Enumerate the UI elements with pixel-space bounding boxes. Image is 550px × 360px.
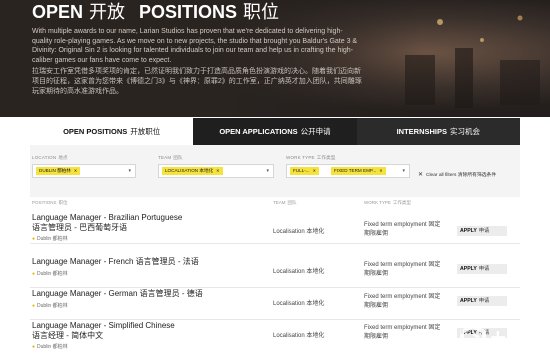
position-team: Localisation 本地化 bbox=[273, 229, 325, 235]
chip-remove-icon[interactable]: ✕ bbox=[74, 168, 77, 173]
tab-label: INTERNSHIPS bbox=[396, 127, 448, 136]
location-pin-icon: ● bbox=[32, 303, 36, 309]
position-team: Localisation 本地化 bbox=[273, 269, 325, 275]
chevron-down-icon[interactable]: ▾ bbox=[128, 168, 131, 174]
team-filter: TEAM 团队 LOCALISATION 本地化 ✕ ▾ bbox=[158, 155, 274, 178]
work-type-filter-label: WORK TYPE 工作类型 bbox=[286, 155, 336, 160]
team-select[interactable]: LOCALISATION 本地化 ✕ ▾ bbox=[158, 164, 274, 178]
page-title: OPEN 开放 POSITIONS 职位 bbox=[32, 1, 279, 23]
position-work-type: Fixed term employment 固定 期限雇佣 bbox=[364, 262, 441, 277]
location-pin-icon: ● bbox=[32, 271, 36, 277]
team-chip[interactable]: LOCALISATION 本地化 ✕ bbox=[162, 167, 223, 175]
title-open: OPEN bbox=[32, 2, 84, 22]
work-type-chip-full[interactable]: FULL-... ✕ bbox=[290, 167, 319, 175]
position-title-cn: 语言管理员 - 巴西葡萄牙语 bbox=[32, 223, 128, 232]
chevron-down-icon[interactable]: ▾ bbox=[266, 168, 269, 174]
table-header: POSITIONS 职位 TEAM 团队 WORK TYPE 工作类型 bbox=[30, 199, 520, 208]
header-team: TEAM 团队 bbox=[273, 200, 297, 205]
position-work-type: Fixed term employment 固定 期限雇佣 bbox=[364, 222, 441, 237]
clear-all-label: Clear all filters bbox=[426, 173, 457, 178]
position-title-cn: 语言经理 - 简体中文 bbox=[32, 331, 104, 340]
position-title[interactable]: Language Manager - Brazilian Portuguese bbox=[32, 213, 182, 223]
position-work-type: Fixed term employment 固定 期限雇佣 bbox=[364, 325, 441, 340]
title-positions-cn: 职位 bbox=[243, 2, 280, 22]
watermark-text: 九游 bbox=[490, 331, 530, 353]
apply-button[interactable]: APPLY 申请 bbox=[457, 264, 507, 274]
intro-chinese: 拉瑞安工作室凭借多项奖项的肯定，已然证明我们致力于打造高品质角色扮演游戏的决心。… bbox=[32, 68, 362, 95]
tab-label: OPEN APPLICATIONS bbox=[219, 127, 298, 136]
watermark-logo: 九游 bbox=[456, 320, 546, 358]
filter-bar: LOCATION 地点 DUBLIN 都柏林 ✕ ▾ TEAM 团队 LOCALISA… bbox=[30, 145, 520, 197]
location-filter-label: LOCATION 地点 bbox=[32, 155, 68, 160]
apply-button[interactable]: APPLY 申请 bbox=[457, 296, 507, 306]
location-filter: LOCATION 地点 DUBLIN 都柏林 ✕ ▾ bbox=[32, 155, 136, 178]
chip-remove-icon[interactable]: ✕ bbox=[379, 168, 382, 173]
position-title[interactable]: Language Manager - German 语言管理员 - 德语 bbox=[32, 289, 203, 299]
table-row[interactable]: Language Manager - Brazilian Portuguese … bbox=[30, 210, 520, 244]
position-location: ● Dublin 都柏林 bbox=[32, 271, 68, 277]
position-location: ● Dublin 都柏林 bbox=[32, 303, 68, 309]
intro-english: With multiple awards to our name, Larian… bbox=[32, 28, 358, 64]
tab-internships[interactable]: INTERNSHIPS 实习机会 bbox=[356, 118, 520, 145]
tab-label-cn: 公开申请 bbox=[300, 127, 331, 136]
location-pin-icon: ● bbox=[32, 236, 36, 242]
header-work-type: WORK TYPE 工作类型 bbox=[364, 200, 411, 205]
tab-open-positions[interactable]: OPEN POSITIONS 开放职位 bbox=[30, 118, 194, 145]
location-chip[interactable]: DUBLIN 都柏林 ✕ bbox=[36, 167, 81, 175]
career-tabs: OPEN POSITIONS 开放职位 OPEN APPLICATIONS 公开… bbox=[30, 118, 520, 145]
close-icon: ✕ bbox=[418, 172, 424, 178]
apply-button[interactable]: APPLY 申请 bbox=[457, 226, 507, 236]
work-type-select[interactable]: FULL-... ✕ FIXED TERM EMP... ✕ ▾ bbox=[286, 164, 410, 178]
position-title[interactable]: Language Manager - French 语言管理员 - 法语 bbox=[32, 257, 199, 267]
table-row[interactable]: Language Manager - German 语言管理员 - 德语 ● Du… bbox=[30, 286, 520, 320]
chip-remove-icon[interactable]: ✕ bbox=[313, 168, 316, 173]
work-type-chip-fixed[interactable]: FIXED TERM EMP... ✕ bbox=[331, 167, 386, 175]
title-positions: POSITIONS bbox=[139, 2, 238, 22]
team-filter-label: TEAM 团队 bbox=[158, 155, 183, 160]
work-type-filter: WORK TYPE 工作类型 FULL-... ✕ FIXED TERM EMP..… bbox=[286, 155, 410, 178]
tab-label: OPEN POSITIONS bbox=[63, 127, 128, 136]
position-title[interactable]: Language Manager - Simplified Chinese bbox=[32, 321, 175, 331]
chevron-down-icon[interactable]: ▾ bbox=[402, 168, 405, 174]
tab-open-applications[interactable]: OPEN APPLICATIONS 公开申请 bbox=[193, 118, 357, 145]
position-location: ● Dublin 都柏林 bbox=[32, 344, 68, 350]
hero-banner: OPEN 开放 POSITIONS 职位 With multiple awards t… bbox=[0, 0, 550, 117]
header-positions: POSITIONS 职位 bbox=[32, 200, 68, 205]
position-location: ● Dublin 都柏林 bbox=[32, 236, 68, 242]
position-work-type: Fixed term employment 固定 期限雇佣 bbox=[364, 294, 441, 309]
title-open-cn: 开放 bbox=[89, 2, 126, 22]
position-team: Localisation 本地化 bbox=[273, 333, 325, 339]
location-select[interactable]: DUBLIN 都柏林 ✕ ▾ bbox=[32, 164, 136, 178]
clear-all-filters-button[interactable]: ✕ Clear all filters 清除所有筛选条件 bbox=[418, 171, 496, 178]
watermark-icon bbox=[460, 323, 486, 354]
position-team: Localisation 本地化 bbox=[273, 301, 325, 307]
chip-remove-icon[interactable]: ✕ bbox=[216, 168, 219, 173]
tab-label-cn: 开放职位 bbox=[130, 127, 161, 136]
table-row[interactable]: Language Manager - Simplified Chinese 语言… bbox=[30, 318, 520, 352]
location-pin-icon: ● bbox=[32, 344, 36, 350]
table-row[interactable]: Language Manager - French 语言管理员 - 法语 ● Du… bbox=[30, 254, 520, 288]
clear-all-label-cn: 清除所有筛选条件 bbox=[457, 173, 497, 178]
tab-label-cn: 实习机会 bbox=[450, 127, 481, 136]
